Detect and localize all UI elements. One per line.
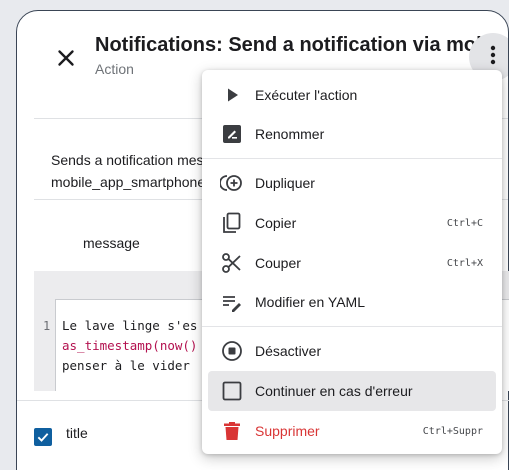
close-icon[interactable] xyxy=(53,45,79,71)
menu-item-label: Modifier en YAML xyxy=(255,294,365,310)
title-checkbox[interactable] xyxy=(34,428,52,446)
action-description: Sends a notification messa mobile_app_sm… xyxy=(51,149,221,193)
menu-separator xyxy=(202,158,502,159)
menu-item-label: Exécuter l'action xyxy=(255,87,358,103)
menu-item-label: Renommer xyxy=(255,126,325,142)
menu-item-label: Continuer en cas d'erreur xyxy=(255,383,413,399)
menu-item-duplicate[interactable]: Dupliquer xyxy=(208,163,496,203)
duplicate-icon xyxy=(220,171,244,195)
dialog-subtitle: Action xyxy=(95,61,134,77)
yaml-edit-icon xyxy=(220,290,244,314)
menu-item-shortcut: Ctrl+Suppr xyxy=(422,425,483,437)
menu-item-shortcut: Ctrl+C xyxy=(446,217,483,229)
description-line-2: mobile_app_smartphone_d xyxy=(51,174,221,190)
rename-icon xyxy=(220,122,244,146)
more-vert-icon xyxy=(490,45,496,70)
code-line-3: penser à le vider xyxy=(62,358,190,373)
message-field-label: message xyxy=(83,235,140,251)
menu-item-continue-on-error[interactable]: Continuer en cas d'erreur xyxy=(208,371,496,411)
overflow-menu: Exécuter l'action Renommer Dupliquer Cop… xyxy=(202,70,502,454)
menu-item-edit-yaml[interactable]: Modifier en YAML xyxy=(208,282,496,322)
menu-item-label: Couper xyxy=(255,255,301,271)
play-icon xyxy=(220,83,244,107)
description-line-1: Sends a notification messa xyxy=(51,152,219,168)
menu-item-copy[interactable]: Copier Ctrl+C xyxy=(208,203,496,243)
line-number: 1 xyxy=(43,319,51,333)
checkbox-blank-icon xyxy=(220,379,244,403)
menu-item-label: Dupliquer xyxy=(255,175,315,191)
trash-icon xyxy=(220,419,244,443)
menu-item-disable[interactable]: Désactiver xyxy=(208,331,496,371)
menu-item-cut[interactable]: Couper Ctrl+X xyxy=(208,243,496,283)
menu-item-run-action[interactable]: Exécuter l'action xyxy=(208,75,496,115)
menu-item-label: Désactiver xyxy=(255,343,322,359)
menu-item-label: Supprimer xyxy=(255,423,320,439)
dialog-title: Notifications: Send a notification via m… xyxy=(95,34,494,56)
scissors-icon xyxy=(220,251,244,275)
title-field-label: title xyxy=(66,425,88,441)
code-line-2: as_timestamp(now() xyxy=(62,338,198,353)
menu-item-shortcut: Ctrl+X xyxy=(446,257,483,269)
menu-item-rename[interactable]: Renommer xyxy=(208,114,496,154)
copy-icon xyxy=(220,211,244,235)
menu-item-delete[interactable]: Supprimer Ctrl+Suppr xyxy=(208,411,496,451)
stop-circle-icon xyxy=(220,339,244,363)
menu-separator xyxy=(202,326,502,327)
menu-item-label: Copier xyxy=(255,215,297,231)
code-line-1: Le lave linge s'es xyxy=(62,318,198,333)
